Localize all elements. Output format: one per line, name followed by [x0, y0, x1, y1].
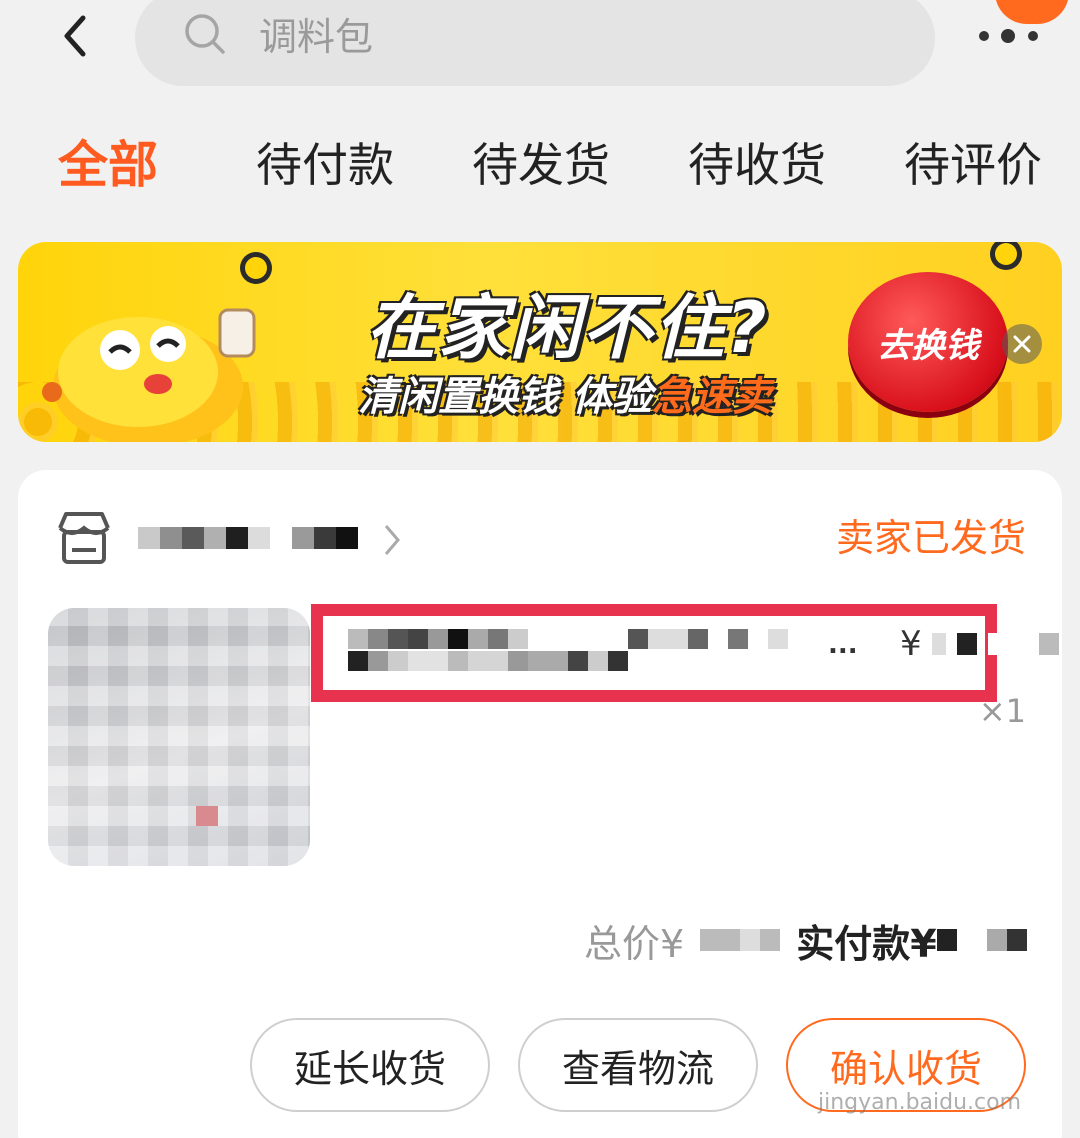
order-totals: 总价¥ 实付款¥ [584, 910, 1044, 970]
order-card: 卖家已发货 ... ¥ ×1 总价¥ 实付款¥ 延长收货 查看物流 确认收货 [18, 470, 1062, 1138]
banner-cta-button[interactable]: 去换钱 [848, 272, 1008, 412]
search-bar[interactable]: 调料包 [135, 0, 935, 86]
unit-price: ¥ [900, 624, 1059, 664]
banner-headline: 在家闲不住? [366, 287, 769, 369]
total-price-label: 总价¥ [584, 921, 685, 966]
coin-icon [240, 252, 272, 284]
product-title-pixelated[interactable] [348, 628, 788, 650]
title-ellipsis: ... [828, 630, 858, 660]
extend-receipt-button[interactable]: 延长收货 [250, 1018, 490, 1112]
price-symbol: ¥ [900, 624, 922, 664]
search-icon [185, 14, 225, 54]
more-options-icon[interactable] [978, 28, 1040, 44]
watermark: jingyan.baidu.com [818, 1090, 1022, 1115]
chevron-right-icon[interactable] [380, 520, 404, 560]
coin-icon [990, 242, 1022, 270]
back-button[interactable] [50, 12, 98, 60]
top-bar: 调料包 [0, 0, 1080, 100]
banner-close-button[interactable] [1002, 324, 1042, 364]
tab-pending-receipt[interactable]: 待收货 [688, 130, 826, 200]
banner-subtitle-highlight: 急速卖 [651, 374, 772, 420]
product-title-pixelated-line2[interactable] [348, 650, 628, 672]
product-thumbnail[interactable] [48, 608, 310, 866]
tab-all[interactable]: 全部 [58, 130, 158, 200]
order-status: 卖家已发货 [835, 516, 1026, 560]
mascot-illustration [42, 308, 256, 442]
promo-banner[interactable]: 在家闲不住? 清闲置换钱 体验急速卖 去换钱 [18, 242, 1062, 442]
close-icon [1013, 335, 1031, 353]
notification-badge [995, 0, 1069, 24]
tab-pending-shipment[interactable]: 待发货 [472, 130, 610, 200]
view-logistics-button[interactable]: 查看物流 [518, 1018, 758, 1112]
tab-pending-review[interactable]: 待评价 [904, 130, 1042, 200]
shop-icon [58, 512, 110, 564]
order-tabs: 全部 待付款 待发货 待收货 待评价 [0, 130, 1080, 210]
tab-pending-payment[interactable]: 待付款 [256, 130, 394, 200]
quantity: ×1 [978, 692, 1026, 730]
search-placeholder: 调料包 [259, 15, 374, 59]
paid-amount-label: 实付款¥ [796, 921, 937, 966]
back-icon [64, 15, 86, 57]
banner-subtitle: 清闲置换钱 体验急速卖 [358, 364, 772, 422]
banner-subtitle-main: 清闲置换钱 体验 [358, 374, 652, 420]
shop-name-pixelated[interactable] [138, 510, 378, 566]
